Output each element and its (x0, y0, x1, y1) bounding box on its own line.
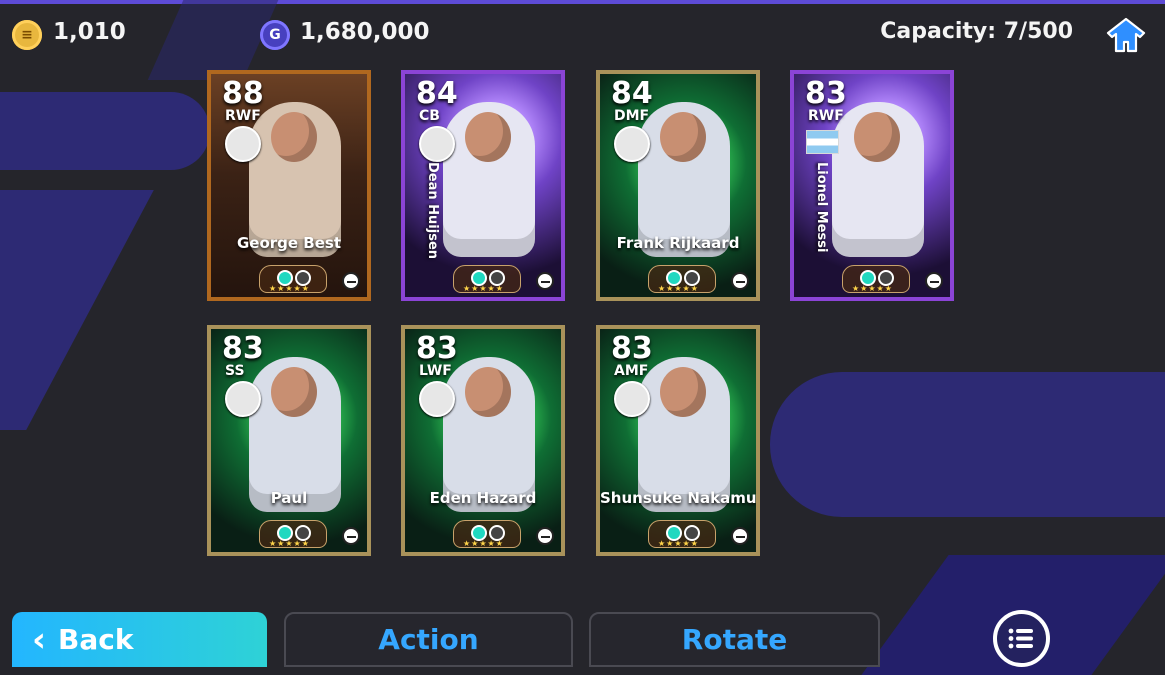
player-card[interactable]: 83 RWF Lionel Messi ★★★★★ (790, 70, 954, 301)
player-card[interactable]: 84 DMF Frank Rijkaard ★★★★★ (596, 70, 760, 301)
card-level-panel: ★★★★★ (259, 265, 327, 293)
card-position: RWF (225, 108, 261, 124)
player-card[interactable]: 84 CB Dean Huijsen ★★★★★ (401, 70, 565, 301)
player-face-icon (465, 112, 511, 162)
card-stars: ★★★★★ (658, 284, 699, 293)
card-position: AMF (614, 363, 649, 379)
card-stars: ★★★★★ (658, 539, 699, 548)
action-button-label: Action (378, 623, 479, 656)
card-level-panel: ★★★★★ (842, 265, 910, 293)
list-icon (1008, 628, 1033, 649)
card-position: SS (225, 363, 245, 379)
background-shape-left-upper (0, 92, 210, 170)
player-face-icon (271, 367, 317, 417)
card-rating: 83 (805, 76, 847, 111)
menu-button[interactable] (993, 610, 1050, 667)
efootball-logo-icon (925, 272, 943, 290)
player-face-icon (854, 112, 900, 162)
club-crest-icon (614, 126, 650, 162)
rotate-button[interactable]: Rotate (589, 612, 880, 667)
gp-coin-icon: ≡ (12, 20, 42, 50)
gp-value: 1,010 (53, 19, 126, 45)
card-player-name: Shunsuke Nakamura (600, 489, 760, 507)
card-level-panel: ★★★★★ (259, 520, 327, 548)
argentina-flag-icon (806, 130, 839, 154)
card-player-name: Lionel Messi (814, 162, 829, 253)
player-face-icon (660, 367, 706, 417)
player-card[interactable]: 83 SS Paul ★★★★★ (207, 325, 371, 556)
card-position: CB (419, 108, 440, 124)
efootball-logo-icon (342, 272, 360, 290)
card-rating: 88 (222, 76, 264, 111)
capacity-text: Capacity: 7/500 (880, 19, 1073, 44)
efootball-logo-icon (731, 527, 749, 545)
card-stars: ★★★★★ (852, 284, 893, 293)
card-position: DMF (614, 108, 650, 124)
efootball-logo-icon (536, 527, 554, 545)
gcoin-icon: G (260, 20, 290, 50)
top-accent-line (0, 0, 1165, 4)
card-player-name: Eden Hazard (429, 489, 537, 507)
club-crest-icon (225, 126, 261, 162)
player-face-icon (660, 112, 706, 162)
player-card[interactable]: 83 AMF Shunsuke Nakamura ★★★★★ (596, 325, 760, 556)
card-position: RWF (808, 108, 844, 124)
gcoin-value: 1,680,000 (300, 19, 430, 45)
efootball-logo-icon (731, 272, 749, 290)
club-crest-icon (419, 126, 455, 162)
back-chevron-icon: ‹ (32, 619, 47, 660)
card-player-name: Frank Rijkaard (616, 234, 740, 252)
action-button[interactable]: Action (284, 612, 573, 667)
card-rating: 84 (611, 76, 653, 111)
player-face-icon (271, 112, 317, 162)
card-stars: ★★★★★ (269, 284, 310, 293)
club-crest-icon (614, 381, 650, 417)
card-rating: 84 (416, 76, 458, 111)
card-player-name: Paul (270, 489, 308, 507)
card-stars: ★★★★★ (463, 284, 504, 293)
header-bar: ≡ 1,010 G 1,680,000 Capacity: 7/500 (0, 8, 1165, 58)
rotate-button-label: Rotate (681, 623, 788, 656)
card-player-name: Dean Huijsen (425, 162, 440, 260)
efootball-logo-icon (536, 272, 554, 290)
card-level-panel: ★★★★★ (648, 520, 716, 548)
card-stars: ★★★★★ (269, 539, 310, 548)
club-crest-icon (225, 381, 261, 417)
home-icon[interactable] (1105, 16, 1147, 54)
card-level-panel: ★★★★★ (453, 520, 521, 548)
back-button[interactable]: ‹ Back (12, 612, 267, 667)
card-position: LWF (419, 363, 452, 379)
back-button-label: Back (58, 623, 134, 656)
player-card[interactable]: 88 RWF George Best ★★★★★ (207, 70, 371, 301)
card-level-panel: ★★★★★ (453, 265, 521, 293)
card-level-panel: ★★★★★ (648, 265, 716, 293)
card-rating: 83 (416, 331, 458, 366)
card-stars: ★★★★★ (463, 539, 504, 548)
club-crest-icon (419, 381, 455, 417)
card-player-name: George Best (236, 234, 342, 252)
efootball-logo-icon (342, 527, 360, 545)
player-face-icon (465, 367, 511, 417)
card-rating: 83 (611, 331, 653, 366)
background-shape-right (770, 372, 1165, 517)
player-card[interactable]: 83 LWF Eden Hazard ★★★★★ (401, 325, 565, 556)
background-shape-left-lower (0, 190, 154, 430)
card-rating: 83 (222, 331, 264, 366)
